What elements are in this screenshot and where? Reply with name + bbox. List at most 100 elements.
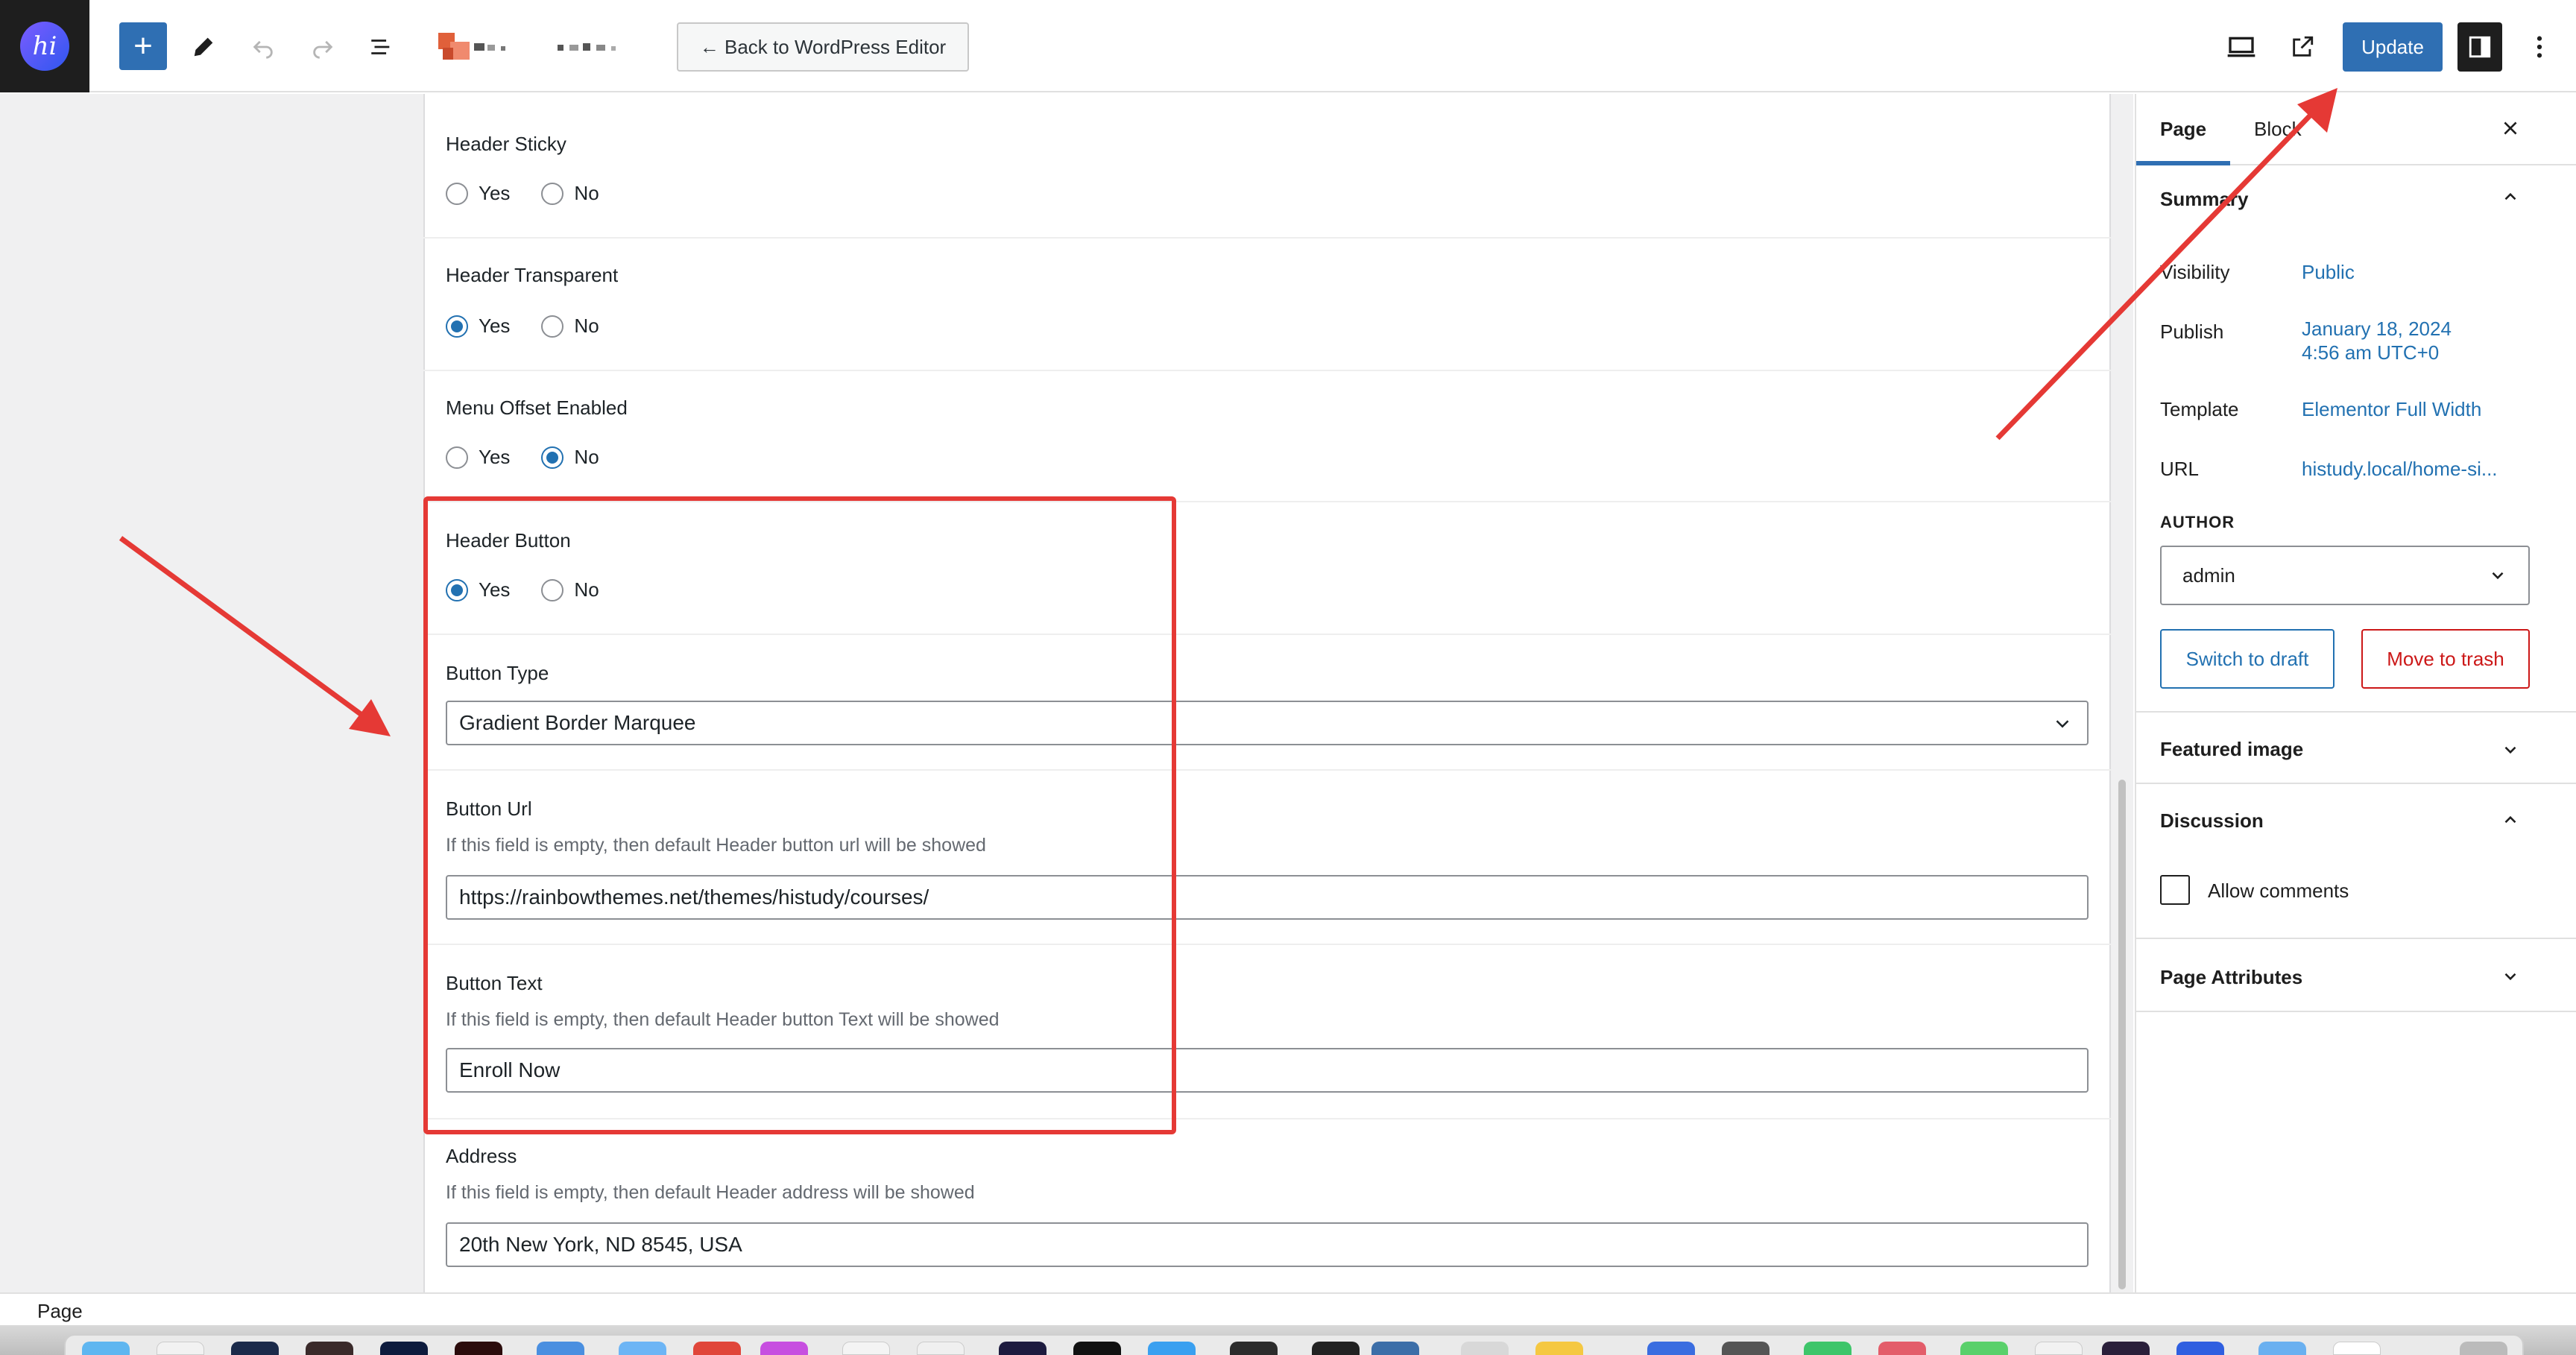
close-sidebar-icon[interactable]	[2497, 115, 2524, 142]
dock-app-icon[interactable]	[2102, 1342, 2150, 1355]
dock-app-icon[interactable]	[1148, 1342, 1196, 1355]
more-options-icon[interactable]	[2528, 30, 2551, 64]
dock-app-icon[interactable]	[157, 1342, 204, 1355]
divider	[2135, 711, 2576, 713]
url-value[interactable]: histudy.local/home-si...	[2302, 458, 2498, 481]
update-button[interactable]: Update	[2343, 22, 2443, 72]
template-label: Template	[2160, 398, 2239, 420]
menu-offset-no-radio[interactable]	[541, 446, 564, 469]
dock-trash-icon[interactable]	[2460, 1342, 2507, 1355]
dock-app-icon[interactable]	[842, 1342, 890, 1355]
author-select[interactable]: admin	[2160, 546, 2530, 605]
dock-app-icon[interactable]	[455, 1342, 502, 1355]
macos-dock	[64, 1334, 2524, 1355]
visibility-value[interactable]: Public	[2302, 261, 2355, 284]
header-sticky-no-radio[interactable]	[541, 182, 564, 205]
chevron-down-icon[interactable]	[2497, 736, 2524, 763]
dock-app-icon[interactable]	[2035, 1342, 2083, 1355]
header-button-options: Yes No	[446, 578, 620, 601]
dock-app-icon[interactable]	[1647, 1342, 1695, 1355]
list-view-icon[interactable]	[364, 30, 398, 64]
edit-pencil-icon[interactable]	[186, 30, 221, 64]
button-url-input[interactable]: https://rainbowthemes.net/themes/histudy…	[446, 875, 2089, 920]
dock-app-icon[interactable]	[2333, 1342, 2381, 1355]
header-sticky-options: Yes No	[446, 182, 620, 205]
dock-app-icon[interactable]	[1804, 1342, 1852, 1355]
header-transparent-yes-radio[interactable]	[446, 315, 468, 338]
switch-to-draft-button[interactable]: Switch to draft	[2160, 629, 2334, 689]
dock-app-icon[interactable]	[1230, 1342, 1278, 1355]
dock-app-icon[interactable]	[1535, 1342, 1583, 1355]
chevron-up-icon[interactable]	[2497, 806, 2524, 833]
redo-icon[interactable]	[306, 30, 340, 64]
dock-app-icon[interactable]	[380, 1342, 428, 1355]
view-post-external-icon[interactable]	[2285, 30, 2320, 64]
site-logo[interactable]: hi	[0, 0, 89, 92]
field-header-button	[423, 502, 2111, 635]
radio-label: Yes	[479, 578, 511, 601]
dock-app-icon[interactable]	[760, 1342, 808, 1355]
back-to-wordpress-editor-button[interactable]: ← Back to WordPress Editor	[677, 22, 969, 72]
button-url-label: Button Url	[446, 797, 532, 820]
summary-title[interactable]: Summary	[2160, 188, 2249, 211]
canvas-scrollbar[interactable]	[2118, 780, 2126, 1289]
breadcrumb-page[interactable]: Page	[37, 1300, 83, 1323]
button-type-select[interactable]: Gradient Border Marquee	[446, 701, 2089, 745]
dock-app-icon[interactable]	[2176, 1342, 2224, 1355]
menu-offset-yes-radio[interactable]	[446, 446, 468, 469]
radio-label: No	[574, 578, 599, 601]
dock-app-icon[interactable]	[1960, 1342, 2008, 1355]
publish-date[interactable]: January 18, 2024	[2302, 318, 2452, 341]
logo-badge: hi	[20, 22, 69, 71]
dock-app-icon[interactable]	[537, 1342, 584, 1355]
featured-image-title[interactable]: Featured image	[2160, 738, 2303, 761]
dock-app-icon[interactable]	[693, 1342, 741, 1355]
dock-app-icon[interactable]	[619, 1342, 666, 1355]
divider	[2135, 938, 2576, 939]
dock-app-icon[interactable]	[306, 1342, 353, 1355]
chevron-up-icon[interactable]	[2497, 183, 2524, 210]
address-input[interactable]: 20th New York, ND 8545, USA	[446, 1222, 2089, 1267]
active-tab-indicator	[2136, 161, 2230, 165]
dock-app-icon[interactable]	[999, 1342, 1046, 1355]
tab-block[interactable]: Block	[2254, 118, 2308, 141]
publish-time[interactable]: 4:56 am UTC+0	[2302, 341, 2439, 364]
preview-desktop-icon[interactable]	[2223, 30, 2260, 64]
author-label: AUTHOR	[2160, 513, 2235, 531]
dock-app-icon[interactable]	[917, 1342, 965, 1355]
header-sticky-label: Header Sticky	[446, 133, 566, 155]
dock-app-icon[interactable]	[1073, 1342, 1121, 1355]
header-sticky-yes-radio[interactable]	[446, 182, 468, 205]
move-to-trash-button[interactable]: Move to trash	[2361, 629, 2530, 689]
dock-app-icon[interactable]	[1371, 1342, 1419, 1355]
undo-icon[interactable]	[246, 30, 280, 64]
dock-app-icon[interactable]	[2258, 1342, 2306, 1355]
button-url-hint: If this field is empty, then default Hea…	[446, 835, 986, 856]
chevron-down-icon[interactable]	[2497, 963, 2524, 990]
dock-app-icon[interactable]	[1722, 1342, 1770, 1355]
settings-sidebar-toggle[interactable]	[2457, 22, 2502, 72]
page-attributes-title[interactable]: Page Attributes	[2160, 966, 2302, 989]
discussion-title[interactable]: Discussion	[2160, 809, 2264, 833]
header-transparent-no-radio[interactable]	[541, 315, 564, 338]
menu-offset-label: Menu Offset Enabled	[446, 397, 628, 419]
header-button-no-radio[interactable]	[541, 578, 564, 601]
template-value[interactable]: Elementor Full Width	[2302, 398, 2481, 421]
button-text-label: Button Text	[446, 972, 543, 994]
chevron-down-icon	[2056, 720, 2069, 728]
dock-app-icon[interactable]	[1312, 1342, 1360, 1355]
header-button-yes-radio[interactable]	[446, 578, 468, 601]
dock-app-icon[interactable]	[1461, 1342, 1509, 1355]
dock-app-icon[interactable]	[1878, 1342, 1926, 1355]
button-type-value: Gradient Border Marquee	[459, 711, 696, 734]
tab-page[interactable]: Page	[2160, 118, 2206, 141]
radio-label: Yes	[479, 182, 511, 204]
dock-app-icon[interactable]	[82, 1342, 130, 1355]
dock-app-icon[interactable]	[231, 1342, 279, 1355]
field-button-text	[423, 945, 2111, 1119]
add-block-button[interactable]: +	[119, 22, 167, 70]
allow-comments-checkbox[interactable]	[2160, 875, 2190, 905]
radio-label: Yes	[479, 315, 511, 337]
status-bar	[0, 1292, 2576, 1325]
button-text-input[interactable]: Enroll Now	[446, 1048, 2089, 1093]
